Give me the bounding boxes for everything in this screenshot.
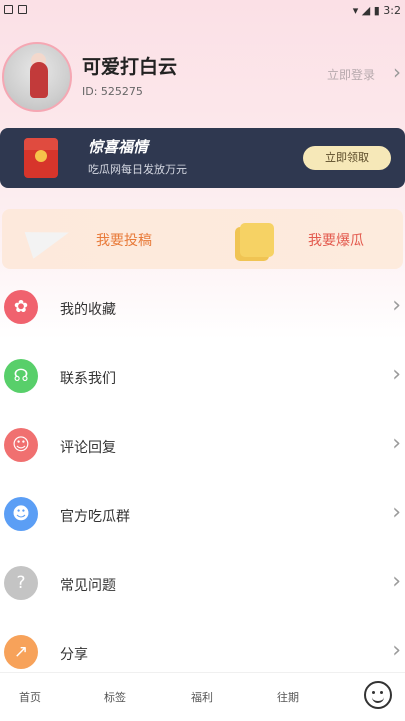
group-icon: ☻	[4, 497, 38, 531]
banner-subtitle: 吃瓜网每日发放万元	[88, 163, 187, 176]
chevron-right-icon: ›	[392, 638, 401, 663]
headset-icon: ☊	[4, 359, 38, 393]
signin-link[interactable]: 立即登录	[327, 66, 375, 83]
menu-item-label: 官方吃瓜群	[60, 509, 130, 525]
share-icon: ↗	[4, 635, 38, 669]
profile-section[interactable]: 可爱打白云 ID: 525275 立即登录 ›	[0, 40, 405, 112]
menu-item-comments[interactable]: ☺ 评论回复 ›	[0, 412, 405, 481]
menu-item-label: 我的收藏	[60, 302, 116, 318]
menu-item-label: 联系我们	[60, 371, 116, 387]
menu-item-label: 常见问题	[60, 578, 116, 594]
avatar[interactable]	[2, 42, 72, 112]
menu-item-contact[interactable]: ☊ 联系我们 ›	[0, 343, 405, 412]
tab-archive[interactable]: 往期	[268, 689, 308, 705]
claim-button[interactable]: 立即领取	[303, 146, 391, 170]
chevron-right-icon: ›	[392, 500, 401, 525]
star-icon: ✿	[4, 290, 38, 324]
face-eye	[372, 691, 375, 694]
battery-icon: ▮	[373, 4, 380, 17]
face-eye	[380, 691, 383, 694]
menu-item-label: 评论回复	[60, 440, 116, 456]
menu-item-favorites[interactable]: ✿ 我的收藏 ›	[0, 274, 405, 343]
help-icon: ?	[4, 566, 38, 600]
status-time: 3:2	[383, 4, 401, 17]
wifi-icon: ▾	[352, 4, 359, 17]
chat-icon: ☺	[4, 428, 38, 462]
tab-home[interactable]: 首页	[10, 689, 50, 705]
banner-title: 惊喜福情	[88, 138, 149, 156]
red-envelope-icon	[24, 138, 58, 178]
tab-tags[interactable]: 标签	[95, 689, 135, 705]
status-left-icons	[4, 4, 32, 17]
face-mouth	[372, 696, 384, 703]
tip-button[interactable]: 我要爆瓜	[308, 230, 364, 250]
submit-post-button[interactable]: 我要投稿	[96, 230, 152, 250]
user-name: 可爱打白云	[82, 56, 178, 78]
promo-banner[interactable]: 惊喜福情 吃瓜网每日发放万元 立即领取	[0, 128, 405, 188]
menu-item-group[interactable]: ☻ 官方吃瓜群 ›	[0, 481, 405, 550]
chevron-right-icon: ›	[392, 569, 401, 594]
user-id: ID: 525275	[82, 85, 143, 98]
chevron-right-icon: ›	[392, 431, 401, 456]
tab-benefits[interactable]: 福利	[182, 689, 222, 705]
paper-plane-icon	[24, 219, 74, 259]
status-right: ▾ ◢ ▮ 3:2	[353, 4, 401, 17]
chevron-right-icon[interactable]: ›	[393, 60, 401, 84]
chevron-right-icon: ›	[392, 362, 401, 387]
document-icon	[240, 223, 274, 257]
chevron-right-icon: ›	[392, 293, 401, 318]
square-icon	[18, 5, 27, 14]
avatar-figure-body	[30, 62, 48, 98]
status-bar: ▾ ◢ ▮ 3:2	[0, 0, 405, 22]
menu-item-faq[interactable]: ? 常见问题 ›	[0, 550, 405, 619]
quick-actions: 我要投稿 我要爆瓜	[2, 209, 403, 269]
envelope-seal	[35, 150, 47, 162]
signal-icon: ◢	[361, 4, 371, 17]
menu-item-label: 分享	[60, 647, 88, 663]
menu-list: ✿ 我的收藏 › ☊ 联系我们 › ☺ 评论回复 › ☻ 官方吃瓜群 › ? 常…	[0, 274, 405, 688]
bottom-tab-bar: 首页 标签 福利 往期	[0, 672, 405, 721]
square-icon	[4, 5, 13, 14]
envelope-flap	[24, 138, 58, 150]
tab-mine-face-icon[interactable]	[364, 681, 392, 709]
